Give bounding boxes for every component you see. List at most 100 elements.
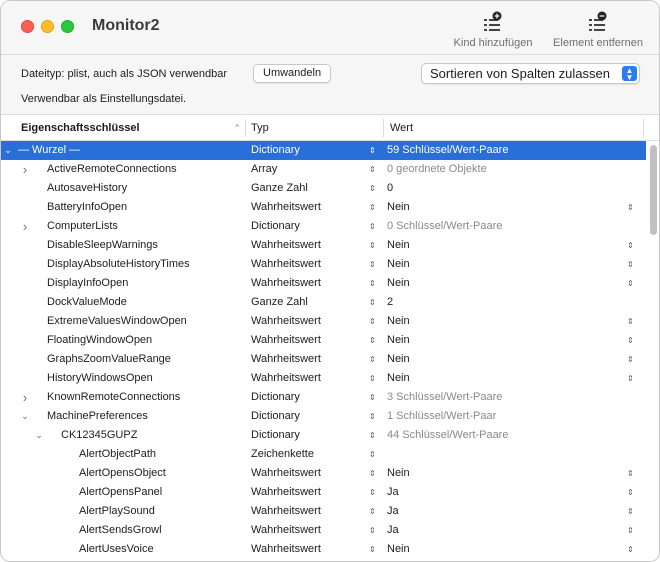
row-type[interactable]: Wahrheitswert xyxy=(251,540,371,559)
type-stepper-icon[interactable]: ⇕ xyxy=(369,407,376,426)
column-header-type[interactable]: Typ xyxy=(251,115,381,141)
type-stepper-icon[interactable]: ⇕ xyxy=(369,179,376,198)
row-type[interactable]: Wahrheitswert xyxy=(251,255,371,274)
row-type[interactable]: Dictionary xyxy=(251,426,371,445)
table-row[interactable]: DisableSleepWarnings Wahrheitswert ⇕ Nein ⇕ xyxy=(1,236,646,255)
value-stepper-icon[interactable]: ⇕ xyxy=(627,369,634,388)
value-stepper-icon[interactable]: ⇕ xyxy=(627,521,634,540)
row-type[interactable]: Wahrheitswert xyxy=(251,198,371,217)
table-row[interactable]: › ActiveRemoteConnections Array ⇕ 0 geordnet… xyxy=(1,160,646,179)
row-value[interactable]: Nein xyxy=(387,236,619,255)
type-stepper-icon[interactable]: ⇕ xyxy=(369,426,376,445)
type-stepper-icon[interactable]: ⇕ xyxy=(369,217,376,236)
type-stepper-icon[interactable]: ⇕ xyxy=(369,502,376,521)
row-value[interactable]: 0 Schlüssel/Wert-Paare xyxy=(387,217,619,236)
chevron-down-icon[interactable]: ⌄ xyxy=(34,426,44,445)
type-stepper-icon[interactable]: ⇕ xyxy=(369,388,376,407)
table-row[interactable]: FloatingWindowOpen Wahrheitswert ⇕ Nein ⇕ xyxy=(1,331,646,350)
row-type[interactable]: Wahrheitswert xyxy=(251,521,371,540)
row-type[interactable]: Ganze Zahl xyxy=(251,179,371,198)
value-stepper-icon[interactable]: ⇕ xyxy=(627,502,634,521)
table-row[interactable]: HistoryWindowsOpen Wahrheitswert ⇕ Nein ⇕ xyxy=(1,369,646,388)
remove-item-button[interactable]: Element entfernen xyxy=(549,11,647,49)
row-value[interactable]: Ja xyxy=(387,483,619,502)
sort-columns-select[interactable]: Sortieren von Spalten zulassen ▲ ▼ xyxy=(421,63,640,84)
table-row[interactable]: › ComputerLists Dictionary ⇕ 0 Schlüssel/Wer… xyxy=(1,217,646,236)
value-stepper-icon[interactable]: ⇕ xyxy=(627,464,634,483)
row-type[interactable]: Wahrheitswert xyxy=(251,331,371,350)
value-stepper-icon[interactable]: ⇕ xyxy=(627,236,634,255)
value-stepper-icon[interactable]: ⇕ xyxy=(627,350,634,369)
row-value[interactable]: Nein xyxy=(387,274,619,293)
zoom-window-button[interactable] xyxy=(61,20,74,33)
table-row[interactable]: DisplayInfoOpen Wahrheitswert ⇕ Nein ⇕ xyxy=(1,274,646,293)
row-type[interactable]: Zeichenkette xyxy=(251,445,371,464)
row-type[interactable]: Wahrheitswert xyxy=(251,483,371,502)
row-value[interactable]: Nein xyxy=(387,464,619,483)
column-divider[interactable] xyxy=(643,119,644,137)
type-stepper-icon[interactable]: ⇕ xyxy=(369,369,376,388)
type-stepper-icon[interactable]: ⇕ xyxy=(369,350,376,369)
column-header-value[interactable]: Wert xyxy=(390,115,640,141)
type-stepper-icon[interactable]: ⇕ xyxy=(369,293,376,312)
row-value[interactable]: Ja xyxy=(387,521,619,540)
row-value[interactable]: 0 geordnete Objekte xyxy=(387,160,619,179)
row-type[interactable]: Wahrheitswert xyxy=(251,312,371,331)
value-stepper-icon[interactable]: ⇕ xyxy=(627,198,634,217)
row-type[interactable]: Wahrheitswert xyxy=(251,464,371,483)
row-value[interactable]: Nein xyxy=(387,331,619,350)
table-row[interactable]: ⌄ — Wurzel — Dictionary ⇕ 59 Schlüssel/Wert-… xyxy=(1,141,646,160)
table-row[interactable]: DisplayAbsoluteHistoryTimes Wahrheitswert… xyxy=(1,255,646,274)
scrollbar-thumb[interactable] xyxy=(650,145,657,235)
type-stepper-icon[interactable]: ⇕ xyxy=(369,312,376,331)
value-stepper-icon[interactable]: ⇕ xyxy=(627,274,634,293)
row-type[interactable]: Dictionary xyxy=(251,388,371,407)
chevron-right-icon[interactable]: › xyxy=(20,217,30,236)
add-child-button[interactable]: Kind hinzufügen xyxy=(450,11,536,49)
chevron-down-icon[interactable]: ⌄ xyxy=(3,141,13,160)
row-type[interactable]: Wahrheitswert xyxy=(251,502,371,521)
row-type[interactable]: Wahrheitswert xyxy=(251,274,371,293)
type-stepper-icon[interactable]: ⇕ xyxy=(369,445,376,464)
table-row[interactable]: DockValueMode Ganze Zahl ⇕ 2 xyxy=(1,293,646,312)
value-stepper-icon[interactable]: ⇕ xyxy=(627,312,634,331)
table-row[interactable]: AutosaveHistory Ganze Zahl ⇕ 0 xyxy=(1,179,646,198)
table-row[interactable]: ⌄ MachinePreferences Dictionary ⇕ 1 Schlüsse… xyxy=(1,407,646,426)
table-row[interactable]: GraphsZoomValueRange Wahrheitswert ⇕ Nein ⇕ xyxy=(1,350,646,369)
row-value[interactable]: 44 Schlüssel/Wert-Paare xyxy=(387,426,619,445)
type-stepper-icon[interactable]: ⇕ xyxy=(369,255,376,274)
row-value[interactable]: Nein xyxy=(387,369,619,388)
row-value[interactable]: Nein xyxy=(387,540,619,559)
vertical-scrollbar[interactable] xyxy=(647,141,659,561)
row-type[interactable]: Wahrheitswert xyxy=(251,236,371,255)
value-stepper-icon[interactable]: ⇕ xyxy=(627,255,634,274)
table-row[interactable]: BatteryInfoOpen Wahrheitswert ⇕ Nein ⇕ xyxy=(1,198,646,217)
type-stepper-icon[interactable]: ⇕ xyxy=(369,160,376,179)
row-value[interactable]: Nein xyxy=(387,350,619,369)
table-row[interactable]: AlertSendsGrowl Wahrheitswert ⇕ Ja ⇕ xyxy=(1,521,646,540)
row-value[interactable]: Nein xyxy=(387,255,619,274)
column-divider[interactable] xyxy=(383,119,384,137)
type-stepper-icon[interactable]: ⇕ xyxy=(369,198,376,217)
column-header-key[interactable]: Eigenschaftsschlüssel ⌃ xyxy=(21,115,245,141)
chevron-right-icon[interactable]: › xyxy=(20,160,30,179)
chevron-right-icon[interactable]: › xyxy=(20,388,30,407)
row-type[interactable]: Wahrheitswert xyxy=(251,369,371,388)
table-row[interactable]: AlertOpensPanel Wahrheitswert ⇕ Ja ⇕ xyxy=(1,483,646,502)
value-stepper-icon[interactable]: ⇕ xyxy=(627,483,634,502)
type-stepper-icon[interactable]: ⇕ xyxy=(369,483,376,502)
row-type[interactable]: Dictionary xyxy=(251,217,371,236)
convert-button[interactable]: Umwandeln xyxy=(253,64,332,83)
row-value[interactable] xyxy=(387,445,619,464)
type-stepper-icon[interactable]: ⇕ xyxy=(369,331,376,350)
type-stepper-icon[interactable]: ⇕ xyxy=(369,464,376,483)
row-value[interactable]: Ja xyxy=(387,502,619,521)
value-stepper-icon[interactable]: ⇕ xyxy=(627,540,634,559)
row-key[interactable]: — Wurzel — xyxy=(18,141,258,160)
row-type[interactable]: Array xyxy=(251,160,371,179)
minimize-window-button[interactable] xyxy=(41,20,54,33)
row-type[interactable]: Dictionary xyxy=(251,141,371,160)
row-value[interactable]: 2 xyxy=(387,293,619,312)
row-type[interactable]: Dictionary xyxy=(251,407,371,426)
table-row[interactable]: › KnownRemoteConnections Dictionary ⇕ 3 Schl… xyxy=(1,388,646,407)
